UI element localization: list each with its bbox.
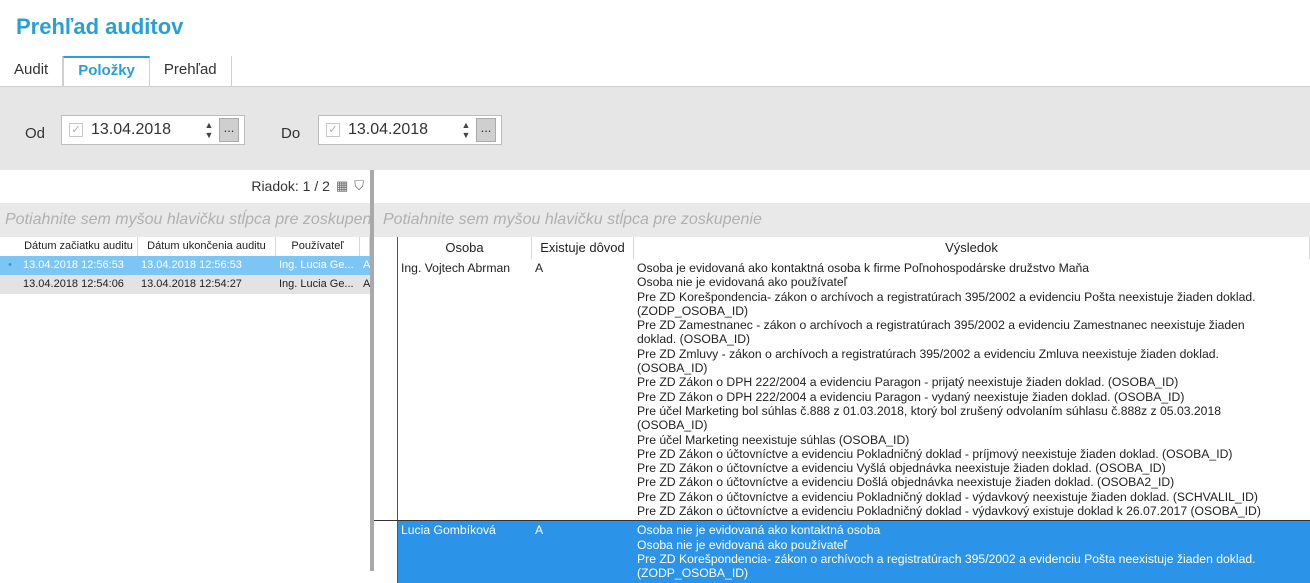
from-browse-button[interactable]: ... bbox=[219, 118, 239, 142]
result-line: doklad. (OSOBA_ID) bbox=[637, 332, 751, 347]
col-osoba[interactable]: Osoba bbox=[398, 237, 532, 259]
audit-list-panel: Riadok: 1 / 2 ▦ ⛉ Potiahnite sem myšou h… bbox=[0, 170, 370, 571]
grid-icon[interactable]: ▦ bbox=[336, 178, 348, 194]
row-info: Riadok: 1 / 2 ▦ ⛉ bbox=[251, 178, 364, 194]
result-line: Pre ZD Zákon o účtovníctve a evidenciu P… bbox=[637, 504, 1261, 519]
col-dovod[interactable]: Existuje dôvod bbox=[532, 237, 634, 259]
tab-audit[interactable]: Audit bbox=[0, 56, 64, 86]
result-line: Pre ZD Korešpondencia- zákon o archívoch… bbox=[637, 289, 1256, 304]
current-row-indicator-icon: • bbox=[8, 259, 12, 271]
from-spinner-icon[interactable]: ▲ ▼ bbox=[201, 116, 217, 144]
to-date-value[interactable]: 13.04.2018 bbox=[348, 121, 458, 139]
tab-polozky[interactable]: Položky bbox=[63, 56, 150, 86]
result-line: Osoba je evidovaná ako kontaktná osoba k… bbox=[637, 261, 1090, 275]
result-line: (ZODP_OSOBA_ID) bbox=[637, 303, 749, 318]
filter-icon[interactable]: ⛉ bbox=[354, 178, 364, 194]
from-date-picker[interactable]: ✓ 13.04.2018 ▲ ▼ ... bbox=[61, 115, 245, 145]
result-line: Pre účel Marketing bol súhlas č.888 z 01… bbox=[637, 403, 1221, 418]
result-grid-header: Osoba Existuje dôvod Výsledok bbox=[374, 237, 1310, 259]
result-line: Osoba nie je evidovaná ako kontaktná oso… bbox=[637, 523, 881, 538]
result-line: (ZODP_OSOBA_ID) bbox=[637, 566, 749, 581]
result-grid: Osoba Existuje dôvod Výsledok Ing. Vojte… bbox=[374, 237, 1310, 583]
col-end[interactable]: Dátum ukončenia auditu bbox=[138, 237, 276, 256]
result-text[interactable]: Osoba je evidovaná ako kontaktná osoba k… bbox=[634, 259, 1310, 520]
result-line: Pre účel Marketing neexistuje súhlas (OS… bbox=[637, 432, 910, 447]
tab-bar: Audit Položky Prehľad bbox=[0, 56, 232, 86]
to-date-picker[interactable]: ✓ 13.04.2018 ▲ ▼ ... bbox=[318, 115, 502, 145]
result-line: Pre ZD Zákon o účtovníctve a evidenciu P… bbox=[637, 446, 1233, 461]
to-spinner-icon[interactable]: ▲ ▼ bbox=[458, 116, 474, 144]
result-line: Pre ZD Zákon o účtovníctve a evidenciu D… bbox=[637, 475, 1175, 490]
table-row[interactable]: • 13.04.2018 12:56:53 13.04.2018 12:56:5… bbox=[0, 256, 370, 275]
result-line: Osoba nie je evidovaná ako používateľ bbox=[637, 537, 848, 552]
from-checkbox-icon[interactable]: ✓ bbox=[69, 123, 83, 137]
result-line: (OSOBA_ID) bbox=[637, 361, 708, 376]
from-date-value[interactable]: 13.04.2018 bbox=[91, 121, 201, 139]
date-filter-bar: Od ✓ 13.04.2018 ▲ ▼ ... Do ✓ 13.04.2018 ▲… bbox=[0, 86, 1310, 170]
table-row[interactable]: Ing. Vojtech Abrman A Osoba je evidovaná… bbox=[374, 259, 1310, 521]
col-start[interactable]: Dátum začiatku auditu bbox=[20, 237, 138, 256]
to-checkbox-icon[interactable]: ✓ bbox=[326, 123, 340, 137]
result-line: Pre ZD Zákon o DPH 222/2004 a evidenciu … bbox=[637, 375, 1179, 390]
result-line: Pre ZD Zákon o účtovníctve a evidenciu P… bbox=[637, 489, 1258, 504]
result-line: Pre ZD Zákon o DPH 222/2004 a evidenciu … bbox=[637, 389, 1185, 404]
table-row[interactable]: 13.04.2018 12:54:06 13.04.2018 12:54:27 … bbox=[0, 275, 370, 294]
result-line: Pre ZD Korešpondencia- zákon o archívoch… bbox=[637, 551, 1256, 566]
from-label: Od bbox=[25, 125, 46, 142]
result-text[interactable]: Osoba nie je evidovaná ako kontaktná oso… bbox=[634, 521, 1310, 582]
col-user[interactable]: Používateľ bbox=[276, 237, 360, 256]
group-by-area-right[interactable]: Potiahnite sem myšou hlavičku stĺpca pre… bbox=[374, 203, 1310, 237]
row-counter: Riadok: 1 / 2 bbox=[251, 178, 330, 194]
to-label: Do bbox=[281, 125, 301, 142]
audit-grid: Dátum začiatku auditu Dátum ukončenia au… bbox=[0, 237, 370, 294]
to-browse-button[interactable]: ... bbox=[476, 118, 496, 142]
result-line: Pre ZD Zamestnanec - zákon o archívoch a… bbox=[637, 318, 1245, 333]
result-line: Osoba nie je evidovaná ako používateľ bbox=[637, 275, 848, 290]
result-line: (OSOBA_ID) bbox=[637, 418, 708, 433]
result-line: Pre ZD Zákon o účtovníctve a evidenciu V… bbox=[637, 461, 1166, 476]
result-line: Pre ZD Zmluvy - zákon o archívoch a regi… bbox=[637, 346, 1219, 361]
table-row[interactable]: Lucia Gombíková A Osoba nie je evidovaná… bbox=[374, 521, 1310, 583]
col-vysledok[interactable]: Výsledok bbox=[634, 237, 1310, 259]
audit-grid-header: Dátum začiatku auditu Dátum ukončenia au… bbox=[0, 237, 370, 256]
tab-prehlad[interactable]: Prehľad bbox=[150, 56, 232, 86]
page-title: Prehľad auditov bbox=[16, 14, 184, 39]
result-panel: Potiahnite sem myšou hlavičku stĺpca pre… bbox=[374, 170, 1310, 583]
group-by-area-left[interactable]: Potiahnite sem myšou hlavičku stĺpca pre… bbox=[0, 203, 370, 237]
